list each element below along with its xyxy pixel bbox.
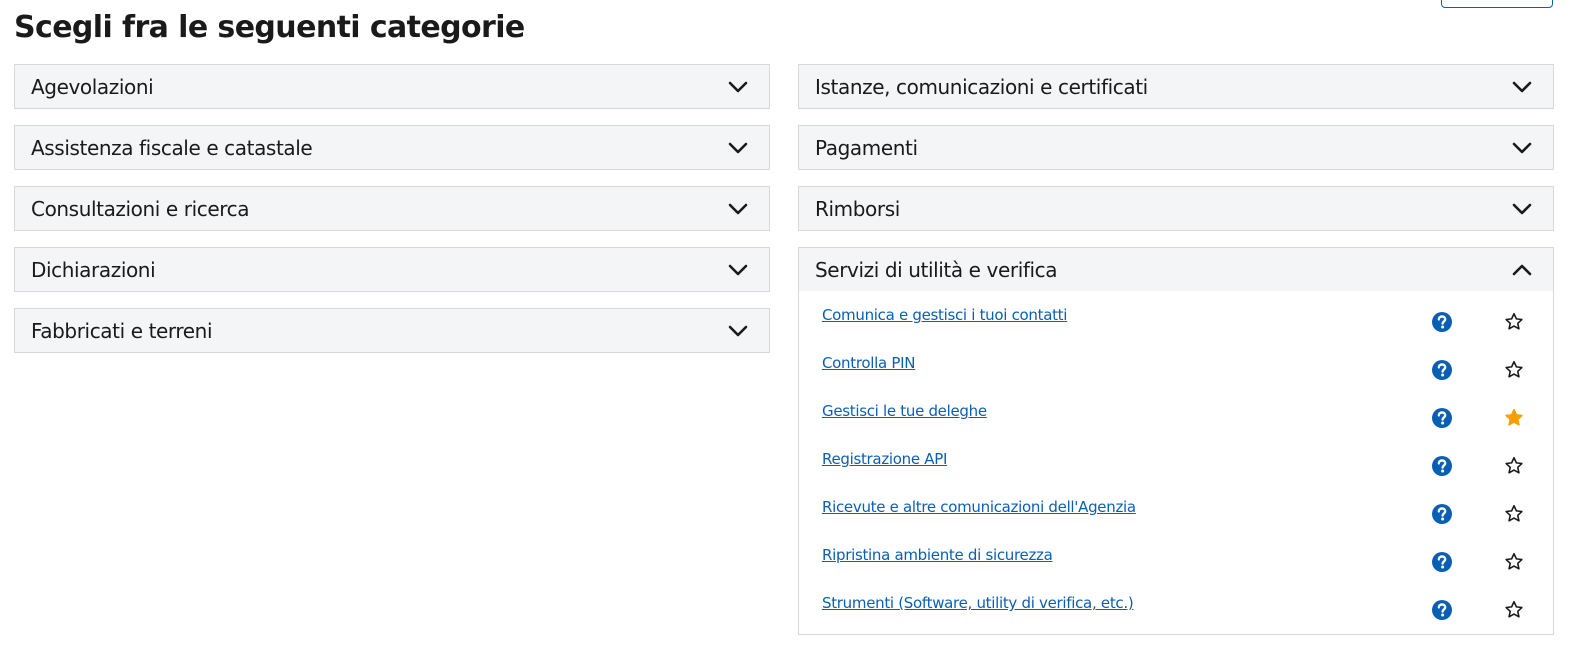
chevron-down-icon [727,137,749,159]
help-icon[interactable] [1431,599,1453,621]
accordion-header[interactable]: Servizi di utilità e verifica [799,248,1553,291]
category-dichiarazioni: Dichiarazioni [14,247,770,292]
help-icon[interactable] [1431,359,1453,381]
chevron-down-icon [1511,198,1533,220]
service-link[interactable]: Ricevute e altre comunicazioni dell'Agen… [822,498,1136,516]
accordion-header[interactable]: Assistenza fiscale e catastale [15,126,769,169]
service-link[interactable]: Controlla PIN [822,354,915,372]
category-consultazioni: Consultazioni e ricerca [14,186,770,231]
list-item: Ripristina ambiente di sicurezza [799,540,1553,588]
star-outline-icon[interactable] [1503,551,1525,573]
star-outline-icon[interactable] [1503,503,1525,525]
accordion-header[interactable]: Consultazioni e ricerca [15,187,769,230]
list-item: Comunica e gestisci i tuoi contatti [799,300,1553,348]
category-istanze: Istanze, comunicazioni e certificati [798,64,1554,109]
help-icon[interactable] [1431,551,1453,573]
service-link[interactable]: Gestisci le tue deleghe [822,402,987,420]
help-icon[interactable] [1431,311,1453,333]
chevron-down-icon [727,76,749,98]
chevron-down-icon [1511,137,1533,159]
category-servizi-utilita: Servizi di utilità e verifica Comunica e… [798,247,1554,635]
star-outline-icon[interactable] [1503,311,1525,333]
accordion-header[interactable]: Agevolazioni [15,65,769,108]
accordion-title: Servizi di utilità e verifica [815,257,1058,282]
star-outline-icon[interactable] [1503,599,1525,621]
service-link[interactable]: Registrazione API [822,450,947,468]
accordion-title: Pagamenti [815,135,918,160]
services-list: Comunica e gestisci i tuoi contatti Cont… [799,291,1553,634]
accordion-header[interactable]: Rimborsi [799,187,1553,230]
accordion-header[interactable]: Istanze, comunicazioni e certificati [799,65,1553,108]
accordion-header[interactable]: Dichiarazioni [15,248,769,291]
category-fabbricati: Fabbricati e terreni [14,308,770,353]
categories-right-column: Istanze, comunicazioni e certificati Pag… [798,64,1554,651]
accordion-title: Consultazioni e ricerca [31,196,250,221]
category-agevolazioni: Agevolazioni [14,64,770,109]
list-item: Ricevute e altre comunicazioni dell'Agen… [799,492,1553,540]
star-outline-icon[interactable] [1503,359,1525,381]
chevron-up-icon [1511,259,1533,281]
help-icon[interactable] [1431,407,1453,429]
chevron-down-icon [727,320,749,342]
service-link[interactable]: Ripristina ambiente di sicurezza [822,546,1053,564]
chevron-down-icon [727,259,749,281]
service-link[interactable]: Strumenti (Software, utility di verifica… [822,594,1134,612]
list-item: Strumenti (Software, utility di verifica… [799,588,1553,636]
accordion-title: Rimborsi [815,196,900,221]
service-link[interactable]: Comunica e gestisci i tuoi contatti [822,306,1067,324]
page-title: Scegli fra le seguenti categorie [14,10,525,45]
accordion-header[interactable]: Fabbricati e terreni [15,309,769,352]
categories-left-column: Agevolazioni Assistenza fiscale e catast… [14,64,770,369]
accordion-title: Fabbricati e terreni [31,318,213,343]
category-pagamenti: Pagamenti [798,125,1554,170]
accordion-title: Istanze, comunicazioni e certificati [815,74,1148,99]
list-item: Controlla PIN [799,348,1553,396]
help-icon[interactable] [1431,503,1453,525]
star-filled-icon[interactable] [1503,407,1525,429]
list-item: Gestisci le tue deleghe [799,396,1553,444]
list-item: Registrazione API [799,444,1553,492]
star-outline-icon[interactable] [1503,455,1525,477]
accordion-title: Agevolazioni [31,74,154,99]
accordion-title: Assistenza fiscale e catastale [31,135,313,160]
accordion-header[interactable]: Pagamenti [799,126,1553,169]
help-icon[interactable] [1431,455,1453,477]
category-assistenza-fiscale: Assistenza fiscale e catastale [14,125,770,170]
top-button[interactable] [1441,0,1553,8]
chevron-down-icon [1511,76,1533,98]
category-rimborsi: Rimborsi [798,186,1554,231]
chevron-down-icon [727,198,749,220]
accordion-title: Dichiarazioni [31,257,156,282]
